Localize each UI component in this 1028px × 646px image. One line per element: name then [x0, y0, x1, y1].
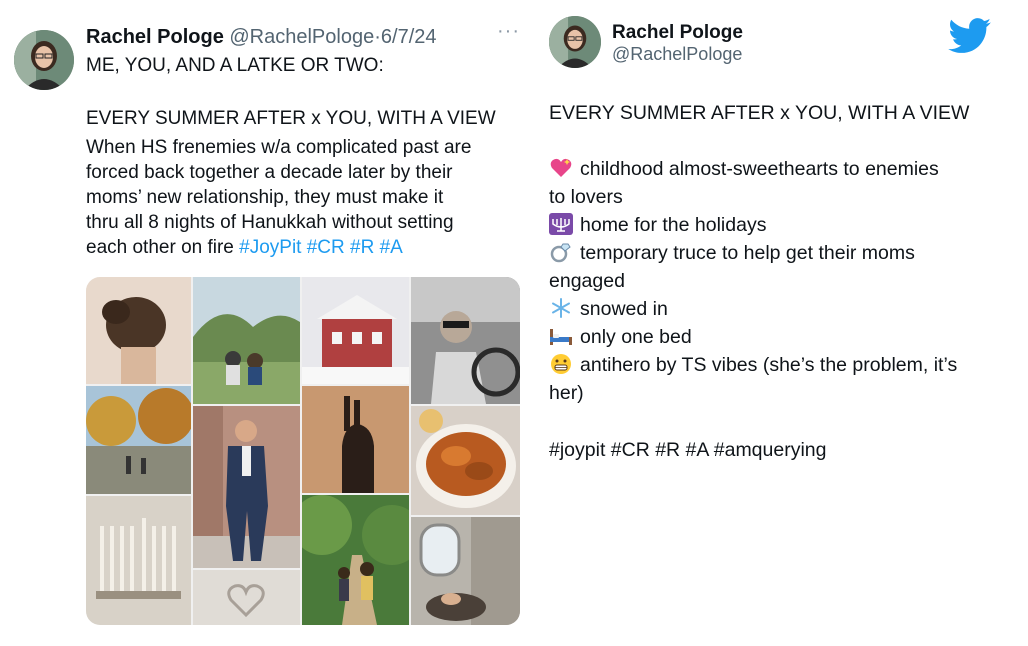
trope-item: home for the holidays [549, 211, 999, 239]
photo-collage[interactable] [86, 277, 520, 625]
tweet-line-1: ME, YOU, AND A LATKE OR TWO: [86, 55, 384, 76]
photo-heart-in-snow[interactable] [193, 570, 300, 625]
paragraph-line: forced back together a decade later by t… [86, 162, 453, 183]
avatar[interactable] [14, 30, 74, 90]
photo-shadow-hand[interactable] [302, 386, 409, 493]
trope-text: home for the holidays [580, 214, 767, 236]
bed-icon [550, 329, 572, 345]
paragraph-line: thru all 8 nights of Hanukkah without se… [86, 212, 454, 233]
separator: · [374, 26, 381, 48]
trope-item: childhood almost-sweethearts to enemies … [549, 155, 999, 211]
trope-text: childhood almost-sweethearts to enemies [580, 158, 939, 180]
trope-text: antihero by TS vibes (she’s the problem,… [580, 354, 958, 376]
tweet-date[interactable]: 6/7/24 [381, 26, 437, 48]
paragraph-line: each other on fire #JoyPit #CR #R #A [86, 235, 526, 260]
tweet-header: Rachel Pologe @RachelPologe·6/7/24 [86, 26, 437, 49]
hashtag-links[interactable]: #joypit #CR #R #A #amquerying [549, 436, 999, 464]
paragraph-line: moms’ new relationship, they must make i… [86, 187, 444, 208]
trope-item: temporary truce to help get their moms e… [549, 239, 999, 295]
paragraph-line-text: each other on fire [86, 237, 240, 258]
trope-text: temporary truce to help get their moms [580, 242, 915, 264]
author-name[interactable]: Rachel Pologe [612, 22, 743, 44]
tweet-paragraph: When HS frenemies w/a complicated past a… [86, 135, 526, 260]
ring-icon [550, 243, 571, 263]
trope-text-continued: her) [549, 382, 584, 404]
author-handle[interactable]: @RachelPologe [229, 26, 374, 48]
trope-text: snowed in [580, 298, 668, 320]
trope-text-continued: to lovers [549, 186, 623, 208]
trope-item: only one bed [549, 323, 999, 351]
avatar[interactable] [549, 16, 601, 68]
photo-man-in-suit[interactable] [193, 406, 300, 568]
paragraph-line: When HS frenemies w/a complicated past a… [86, 137, 472, 158]
photo-man-driving[interactable] [411, 277, 520, 404]
tweet-title: EVERY SUMMER AFTER x YOU, WITH A VIEW [549, 102, 970, 124]
trope-item: antihero by TS vibes (she’s the problem,… [549, 351, 999, 407]
author-handle[interactable]: @RachelPologe [612, 44, 742, 65]
author-name[interactable]: Rachel Pologe [86, 26, 224, 48]
photo-kids-walking-path[interactable] [302, 495, 409, 625]
trope-list: childhood almost-sweethearts to enemies … [549, 155, 999, 407]
photo-park-runners[interactable] [86, 386, 191, 494]
snowflake-icon [552, 298, 570, 318]
sparkling-heart-icon [550, 158, 572, 177]
hashtag-links[interactable]: #JoyPit #CR #R #A [239, 237, 403, 258]
trope-item: snowed in [549, 295, 999, 323]
photo-kids-hillside[interactable] [193, 277, 300, 404]
photo-latkes[interactable] [411, 406, 520, 515]
tweet-line-2: EVERY SUMMER AFTER x YOU, WITH A VIEW [86, 108, 496, 129]
photo-airplane-window[interactable] [411, 517, 520, 625]
menorah-icon [549, 213, 573, 235]
photo-snowy-house[interactable] [302, 277, 409, 384]
photo-hair-bun[interactable] [86, 277, 191, 384]
photo-menorah[interactable] [86, 496, 191, 625]
trope-text: only one bed [580, 326, 692, 348]
trope-text-continued: engaged [549, 270, 625, 292]
more-options-icon[interactable]: ··· [497, 20, 520, 43]
twitter-bird-icon [948, 18, 991, 53]
grimacing-face-icon [551, 354, 571, 374]
